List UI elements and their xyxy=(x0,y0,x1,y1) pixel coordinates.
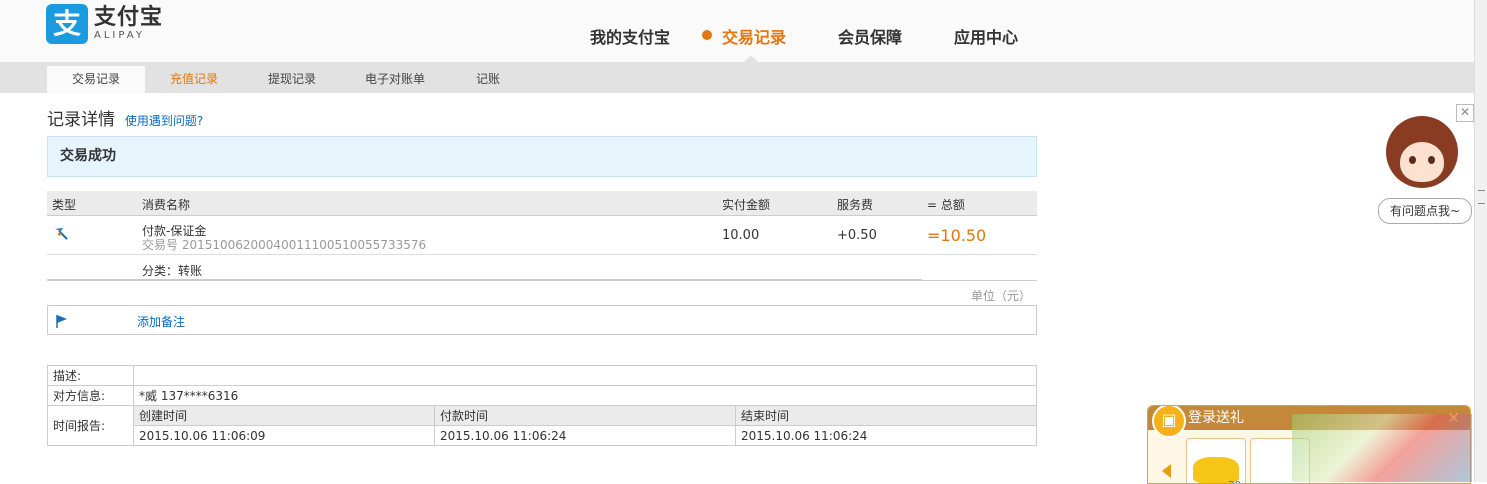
paid-time-label: 付款时间 xyxy=(434,405,736,426)
counterparty-label: 对方信息: xyxy=(47,385,134,406)
gift-item-gold[interactable]: 20 xyxy=(1186,438,1246,483)
detail-heading: 记录详情 使用遇到问题? xyxy=(47,105,1037,130)
logo-name-en: ALIPAY xyxy=(94,30,145,41)
desc-value xyxy=(133,365,1037,386)
counterparty-value: *威 137****6316 xyxy=(133,385,1037,406)
status-banner: 交易成功 xyxy=(47,136,1037,177)
gift-icon: ▣ xyxy=(1152,406,1186,438)
created-time-label: 创建时间 xyxy=(133,405,435,426)
col-fee: 服务费 xyxy=(837,198,874,212)
close-icon[interactable]: ✕ xyxy=(1456,104,1474,122)
subnav-e-statement[interactable]: 电子对账单 xyxy=(341,66,449,93)
detail-title: 记录详情 xyxy=(47,110,115,130)
nav-member-protection[interactable]: 会员保障 xyxy=(838,24,902,48)
help-link[interactable]: 使用遇到问题? xyxy=(125,114,203,128)
row-divider xyxy=(47,254,1037,255)
subnav-transaction-records[interactable]: 交易记录 xyxy=(47,66,145,93)
nav-my-alipay[interactable]: 我的支付宝 xyxy=(590,24,670,48)
avatar-eye-right xyxy=(1428,156,1435,164)
scroll-grip-icon[interactable] xyxy=(1478,190,1485,204)
col-total: = 总额 xyxy=(927,198,965,212)
txn-service-fee: +0.50 xyxy=(837,228,877,243)
avatar-face xyxy=(1400,142,1444,182)
txn-table-header: 类型 消费名称 实付金额 服务费 = 总额 xyxy=(47,191,1037,216)
unit-label: 单位（元） xyxy=(971,289,1032,303)
transfer-type-icon xyxy=(55,228,68,240)
gift-prev-arrow-icon[interactable] xyxy=(1162,464,1171,478)
created-time-value: 2015.10.06 11:06:09 xyxy=(133,425,435,446)
status-text: 交易成功 xyxy=(60,148,116,164)
logo-text: 支付宝 ALIPAY xyxy=(94,6,163,42)
txn-paid-amount: 10.00 xyxy=(722,228,760,243)
time-report-label: 时间报告: xyxy=(47,405,134,446)
table-bottom-border xyxy=(47,280,1037,281)
ended-time-value: 2015.10.06 11:06:24 xyxy=(735,425,1037,446)
nav-transaction-records[interactable]: 交易记录 xyxy=(702,24,786,48)
gift-panel-title: 登录送礼 xyxy=(1188,410,1244,426)
nav-active-pointer xyxy=(744,55,758,62)
nav-app-center[interactable]: 应用中心 xyxy=(954,24,1018,48)
remark-bar: 添加备注 xyxy=(47,305,1037,335)
subnav-recharge-records[interactable]: 充值记录 xyxy=(145,66,243,93)
col-name: 消费名称 xyxy=(142,198,191,212)
help-assistant[interactable]: ✕ 有问题点我~ xyxy=(1378,104,1474,226)
col-type: 类型 xyxy=(52,198,77,212)
col-paid: 实付金额 xyxy=(722,198,771,212)
main-nav: 我的支付宝 交易记录 会员保障 应用中心 xyxy=(590,24,1070,48)
info-table: 描述: 对方信息: *威 137****6316 时间报告: 创建时间 付款时间… xyxy=(47,365,1037,446)
assistant-avatar-icon xyxy=(1386,116,1458,188)
txn-trade-no: 交易号 2015100620004001110051005573357​6 xyxy=(142,238,427,252)
subnav-bookkeeping[interactable]: 记账 xyxy=(449,66,527,93)
header-bar: 支 支付宝 ALIPAY 我的支付宝 交易记录 会员保障 应用中心 xyxy=(0,0,1474,63)
logo-name-cn: 支付宝 xyxy=(94,5,164,30)
sub-nav: 交易记录 充值记录 提现记录 电子对账单 记账 xyxy=(0,62,1474,93)
alipay-logo[interactable]: 支 支付宝 ALIPAY xyxy=(46,4,163,44)
avatar-eye-left xyxy=(1409,156,1416,164)
alipay-logo-icon: 支 xyxy=(46,4,88,44)
flag-icon xyxy=(56,315,67,328)
add-remark-link[interactable]: 添加备注 xyxy=(137,313,185,330)
txn-total-amount: =10.50 xyxy=(927,226,987,245)
ask-question-button[interactable]: 有问题点我~ xyxy=(1378,198,1472,224)
gift-count: 20 xyxy=(1228,480,1241,483)
subnav-withdraw-records[interactable]: 提现记录 xyxy=(243,66,341,93)
record-detail-panel: 记录详情 使用遇到问题? 交易成功 类型 消费名称 实付金额 服务费 = 总额 … xyxy=(47,105,1037,446)
desc-label: 描述: xyxy=(47,365,134,386)
ended-time-label: 结束时间 xyxy=(735,405,1037,426)
txn-category: 分类：转账 xyxy=(142,264,203,278)
page-scrollbar[interactable] xyxy=(1474,0,1487,482)
paid-time-value: 2015.10.06 11:06:24 xyxy=(434,425,736,446)
watermark-image xyxy=(1292,414,1472,482)
